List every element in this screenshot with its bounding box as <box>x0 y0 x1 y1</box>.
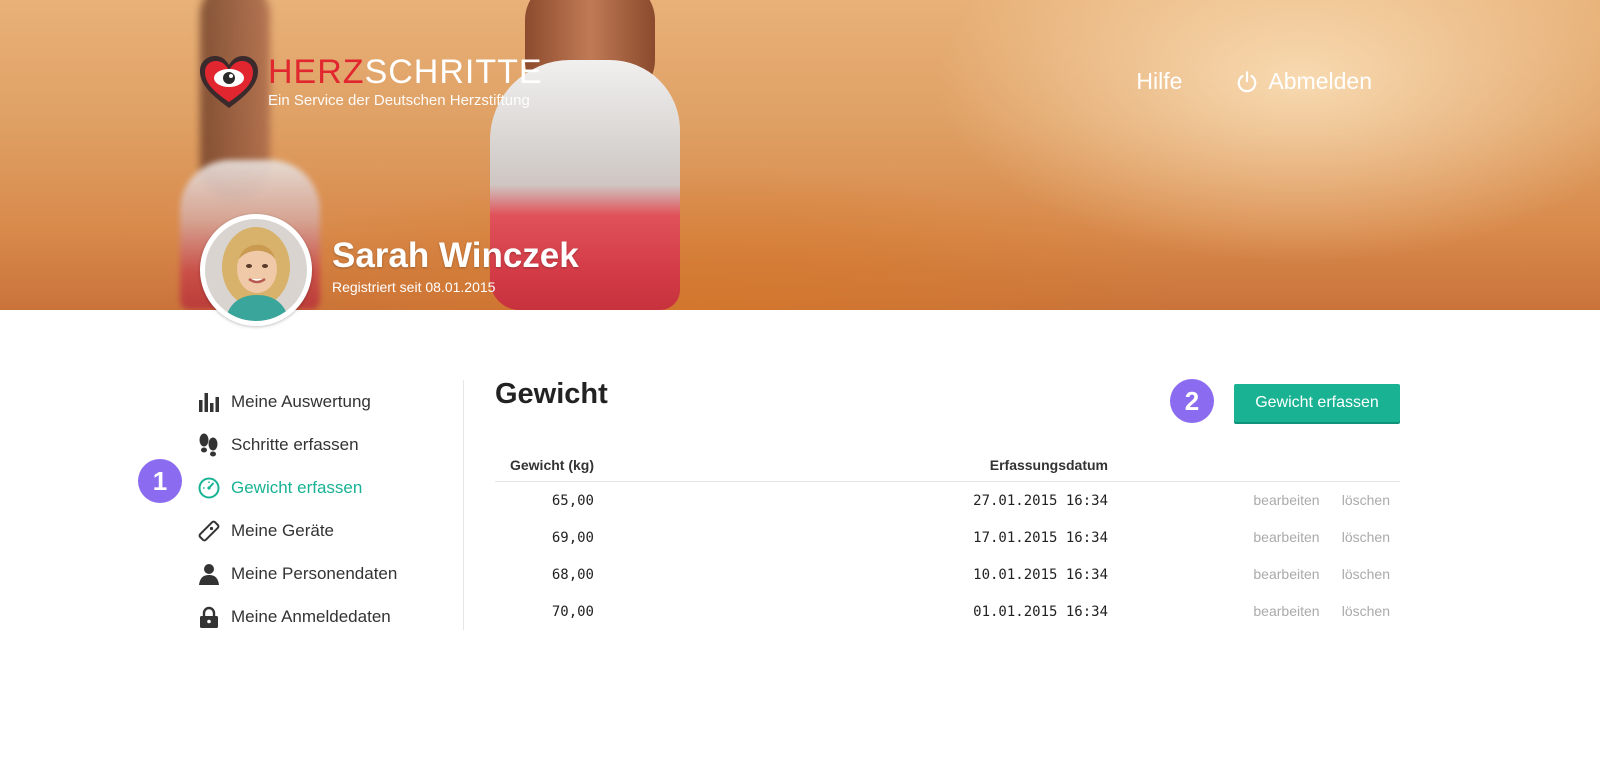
table-row: 68,00 10.01.2015 16:34 bearbeiten lösche… <box>495 556 1400 593</box>
sidebar-nav: Meine Auswertung Schritte erfassen Gewic… <box>198 380 464 630</box>
edit-link[interactable]: bearbeiten <box>1253 603 1319 619</box>
brand-logo[interactable]: HERZSCHRITTE Ein Service der Deutschen H… <box>198 54 543 110</box>
avatar[interactable] <box>200 214 312 326</box>
row-actions: bearbeiten löschen <box>1108 566 1400 583</box>
scale-gauge-icon <box>198 477 220 499</box>
top-navigation: Hilfe Abmelden <box>1136 68 1372 95</box>
brand-name: HERZSCHRITTE <box>268 54 543 90</box>
lock-icon <box>198 606 220 628</box>
sidebar-item-gewicht[interactable]: Gewicht erfassen <box>198 466 463 509</box>
logout-link[interactable]: Abmelden <box>1236 68 1372 95</box>
weight-value: 69,00 <box>551 529 594 546</box>
heart-eye-logo-icon <box>198 54 260 110</box>
table-row: 70,00 01.01.2015 16:34 bearbeiten lösche… <box>495 593 1400 630</box>
step-marker-1: 1 <box>138 459 182 503</box>
sidebar-item-geraete[interactable]: Meine Geräte <box>198 509 463 552</box>
date-value: 17.01.2015 16:34 <box>973 529 1108 546</box>
table-row: 65,00 27.01.2015 16:34 bearbeiten lösche… <box>495 482 1400 519</box>
delete-link[interactable]: löschen <box>1342 603 1390 619</box>
delete-link[interactable]: löschen <box>1342 529 1390 545</box>
sidebar-item-schritte[interactable]: Schritte erfassen <box>198 423 463 466</box>
help-link[interactable]: Hilfe <box>1136 68 1182 95</box>
date-value: 01.01.2015 16:34 <box>973 603 1108 620</box>
person-icon <box>198 563 220 585</box>
sidebar-item-anmeldedaten[interactable]: Meine Anmeldedaten <box>198 595 463 638</box>
sidebar-item-label: Gewicht erfassen <box>231 477 363 497</box>
delete-link[interactable]: löschen <box>1342 566 1390 582</box>
weight-table: Gewicht (kg) Erfassungsdatum 65,00 27.01… <box>495 448 1400 630</box>
table-header: Gewicht (kg) Erfassungsdatum <box>495 448 1400 482</box>
row-actions: bearbeiten löschen <box>1108 492 1400 509</box>
row-actions: bearbeiten löschen <box>1108 529 1400 546</box>
weight-value: 70,00 <box>551 603 594 620</box>
profile-registered-date: Registriert seit 08.01.2015 <box>332 279 496 295</box>
step-marker-2: 2 <box>1170 379 1214 423</box>
weight-value: 68,00 <box>551 566 594 583</box>
profile-name: Sarah Winczek <box>332 236 579 275</box>
footprints-icon <box>198 433 220 456</box>
brand-name-schritte: SCHRITTE <box>364 53 543 91</box>
edit-link[interactable]: bearbeiten <box>1253 529 1319 545</box>
sidebar-item-label: Meine Auswertung <box>231 391 371 411</box>
brand-subtitle: Ein Service der Deutschen Herzstiftung <box>268 92 530 109</box>
weight-value: 65,00 <box>551 492 594 509</box>
edit-link[interactable]: bearbeiten <box>1253 492 1319 508</box>
row-actions: bearbeiten löschen <box>1108 603 1400 620</box>
power-icon <box>1238 70 1257 92</box>
sidebar-item-label: Meine Personendaten <box>231 563 398 583</box>
device-icon <box>198 520 220 542</box>
brand-name-herz: HERZ <box>268 53 365 91</box>
add-weight-button[interactable]: Gewicht erfassen <box>1234 384 1400 422</box>
logout-link-label: Abmelden <box>1268 68 1372 94</box>
edit-link[interactable]: bearbeiten <box>1253 566 1319 582</box>
column-header-date: Erfassungsdatum <box>989 456 1108 473</box>
sidebar-item-personendaten[interactable]: Meine Personendaten <box>198 552 463 595</box>
date-value: 27.01.2015 16:34 <box>973 492 1108 509</box>
bar-chart-icon <box>198 391 220 413</box>
table-row: 69,00 17.01.2015 16:34 bearbeiten lösche… <box>495 519 1400 556</box>
sidebar-item-label: Meine Geräte <box>231 520 334 540</box>
help-link-label: Hilfe <box>1136 68 1183 94</box>
sidebar-item-auswertung[interactable]: Meine Auswertung <box>198 380 463 423</box>
sidebar-item-label: Schritte erfassen <box>231 434 359 454</box>
delete-link[interactable]: löschen <box>1342 492 1390 508</box>
page-title: Gewicht <box>495 378 608 410</box>
date-value: 10.01.2015 16:34 <box>973 566 1108 583</box>
column-header-weight: Gewicht (kg) <box>509 456 594 473</box>
sidebar-item-label: Meine Anmeldedaten <box>231 606 391 626</box>
